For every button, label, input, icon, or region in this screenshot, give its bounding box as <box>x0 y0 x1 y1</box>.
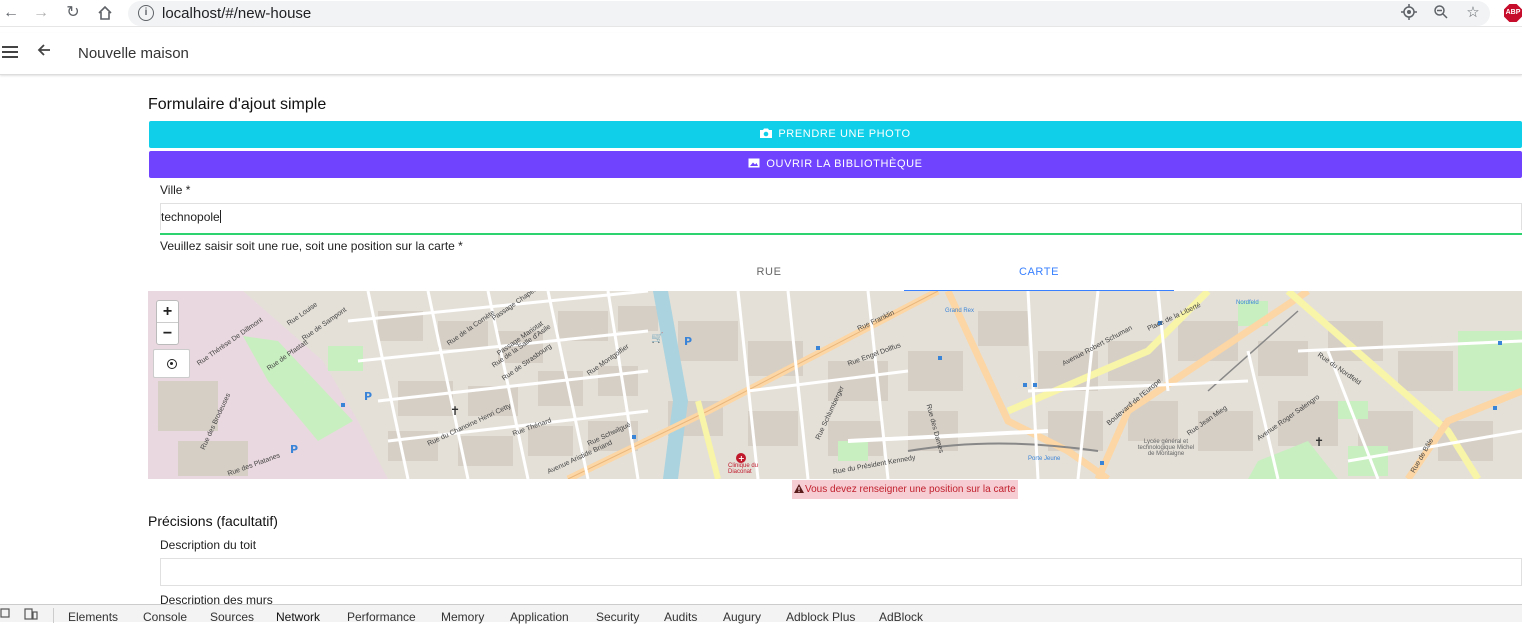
take-photo-label: PRENDRE UNE PHOTO <box>778 128 911 140</box>
home-icon[interactable] <box>94 3 116 23</box>
zoom-in-button[interactable]: + <box>157 301 178 323</box>
form-title: Formulaire d'ajout simple <box>148 96 327 113</box>
map-view[interactable]: P P P ✝ ✝ + 🛒 Rue Thérèse De Dillmont Ru… <box>148 291 1522 479</box>
browser-toolbar: ← → ↻ i localhost/#/new-house ☆ ABP <box>0 0 1522 27</box>
location-icon[interactable] <box>1400 4 1418 22</box>
precisions-title: Précisions (facultatif) <box>148 513 278 529</box>
zoom-control: + − <box>156 300 179 345</box>
map-tiles: P P P ✝ ✝ + 🛒 <box>148 291 1522 479</box>
back-arrow-icon[interactable] <box>36 42 52 63</box>
reload-icon[interactable]: ↻ <box>62 3 84 23</box>
page-title: Nouvelle maison <box>78 45 189 62</box>
map-label: Nordfeld <box>1236 300 1259 306</box>
svg-text:P: P <box>290 443 298 456</box>
svg-text:🛒: 🛒 <box>651 331 663 344</box>
menu-icon[interactable] <box>2 46 18 58</box>
ville-label: Ville * <box>160 183 191 197</box>
segment-rue[interactable]: RUE <box>634 260 904 291</box>
adblock-plus-icon[interactable]: ABP <box>1504 4 1522 22</box>
open-library-label: OUVRIR LA BIBLIOTHÈQUE <box>766 158 923 170</box>
devtools-separator <box>53 608 54 623</box>
ville-input[interactable]: technopole <box>160 203 1522 230</box>
app-header: Nouvelle maison <box>0 33 1522 75</box>
map-label: Lycée général et technologique Michel de… <box>1137 439 1195 457</box>
map-label: Porte Jeune <box>1028 456 1061 462</box>
locate-button[interactable] <box>153 349 190 378</box>
warning-icon <box>794 484 804 493</box>
inspect-icon[interactable] <box>0 608 12 623</box>
site-info-icon[interactable]: i <box>138 5 154 21</box>
svg-text:✝: ✝ <box>450 404 460 418</box>
ville-value: technopole <box>161 210 220 224</box>
text-cursor <box>219 210 221 223</box>
browser-back-icon[interactable]: ← <box>0 3 22 23</box>
position-label: Veuillez saisir soit une rue, soit une p… <box>160 239 463 253</box>
svg-text:+: + <box>738 454 745 463</box>
bookmark-star-icon[interactable]: ☆ <box>1464 4 1482 22</box>
error-text: Vous devez renseigner une position sur l… <box>805 484 1016 495</box>
map-label: Clinique du Diaconat <box>728 463 759 475</box>
locate-icon <box>166 358 177 369</box>
open-library-button[interactable]: OUVRIR LA BIBLIOTHÈQUE <box>149 151 1522 178</box>
map-label: Grand Rex <box>945 308 975 314</box>
address-bar[interactable]: i localhost/#/new-house <box>128 1 1490 26</box>
segment-carte[interactable]: CARTE <box>904 260 1174 291</box>
svg-text:P: P <box>684 335 692 348</box>
svg-text:P: P <box>364 390 372 403</box>
ville-valid-underline <box>160 233 1522 235</box>
url-text: localhost/#/new-house <box>162 5 312 22</box>
camera-icon <box>760 128 773 138</box>
svg-text:✝: ✝ <box>1314 435 1324 449</box>
zoom-out-button[interactable]: − <box>157 323 178 345</box>
devtools-tabbar: Elements Console Sources Network Perform… <box>0 604 1522 624</box>
browser-forward-icon[interactable]: → <box>30 3 52 23</box>
map-error-message: Vous devez renseigner une position sur l… <box>792 480 1018 499</box>
device-toggle-icon[interactable] <box>24 608 38 623</box>
toit-label: Description du toit <box>160 538 257 552</box>
toit-input[interactable] <box>160 558 1522 586</box>
take-photo-button[interactable]: PRENDRE UNE PHOTO <box>149 121 1522 148</box>
image-icon <box>748 158 760 168</box>
form-content: Formulaire d'ajout simple PRENDRE UNE PH… <box>148 76 1522 607</box>
zoom-icon[interactable] <box>1432 4 1450 22</box>
